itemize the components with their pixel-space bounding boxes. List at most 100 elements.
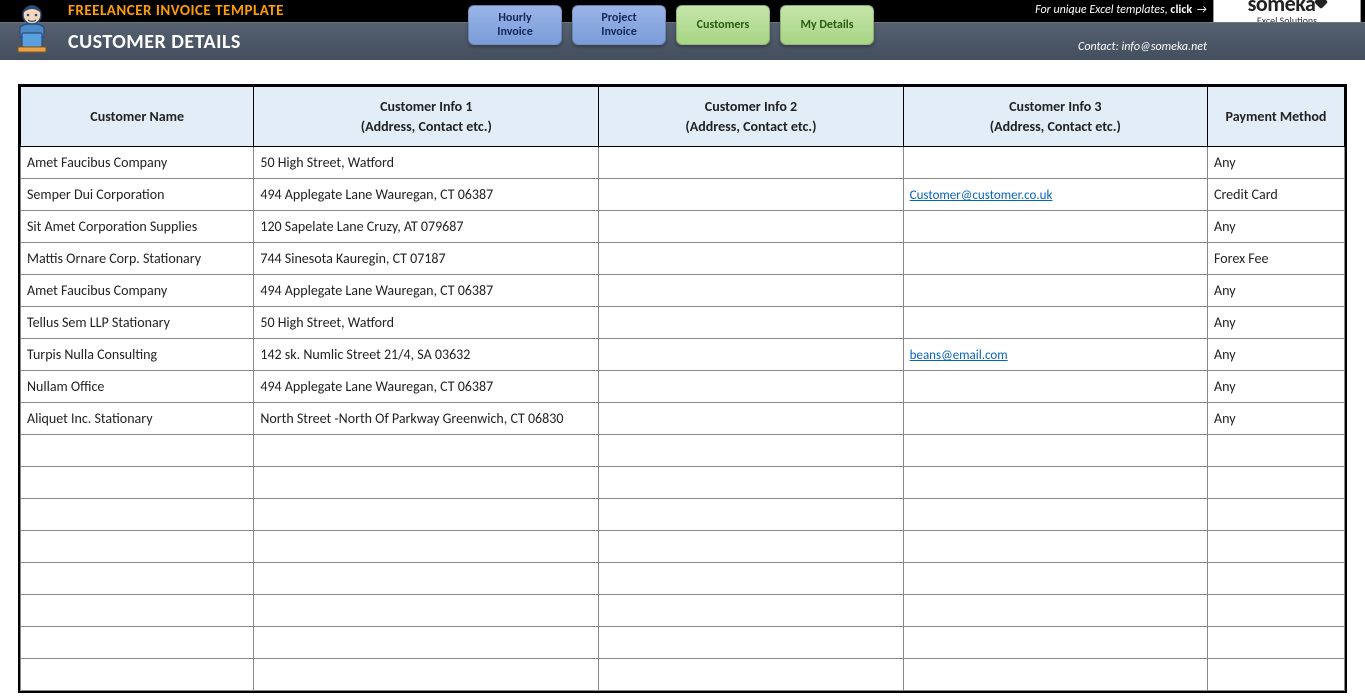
cell-payment[interactable]: [1208, 499, 1345, 531]
cell-name[interactable]: Tellus Sem LLP Stationary: [21, 307, 254, 339]
table-row: [21, 467, 1345, 499]
cell-payment[interactable]: Any: [1208, 371, 1345, 403]
my-details-button[interactable]: My Details: [780, 5, 874, 45]
cell-info1[interactable]: [254, 499, 599, 531]
cell-name[interactable]: [21, 435, 254, 467]
cell-name[interactable]: [21, 595, 254, 627]
cell-payment[interactable]: [1208, 467, 1345, 499]
cell-payment[interactable]: [1208, 627, 1345, 659]
cell-info1[interactable]: [254, 627, 599, 659]
cell-payment[interactable]: [1208, 435, 1345, 467]
cell-info2[interactable]: [599, 371, 903, 403]
content-area: Customer Name Customer Info 1(Address, C…: [0, 60, 1365, 693]
cell-info2[interactable]: [599, 211, 903, 243]
cell-info3[interactable]: [903, 563, 1207, 595]
cell-info2[interactable]: [599, 179, 903, 211]
cell-name[interactable]: [21, 499, 254, 531]
cell-info3[interactable]: [903, 531, 1207, 563]
cell-info2[interactable]: [599, 403, 903, 435]
cell-info3[interactable]: Customer@customer.co.uk: [903, 179, 1207, 211]
nav-label: Customers: [697, 18, 750, 32]
email-link[interactable]: Customer@customer.co.uk: [910, 188, 1053, 203]
cell-info3[interactable]: [903, 435, 1207, 467]
cell-info1[interactable]: [254, 435, 599, 467]
cell-info1[interactable]: [254, 531, 599, 563]
cell-info2[interactable]: [599, 243, 903, 275]
cell-info2[interactable]: [599, 595, 903, 627]
cell-info2[interactable]: [599, 467, 903, 499]
cell-info2[interactable]: [599, 147, 903, 179]
cell-info3[interactable]: [903, 147, 1207, 179]
cell-payment[interactable]: Credit Card: [1208, 179, 1345, 211]
cell-info1[interactable]: North Street -North Of Parkway Greenwich…: [254, 403, 599, 435]
cell-info3[interactable]: [903, 595, 1207, 627]
cell-payment[interactable]: [1208, 563, 1345, 595]
cell-info3[interactable]: [903, 371, 1207, 403]
cell-info3[interactable]: beans@email.com: [903, 339, 1207, 371]
promo-link[interactable]: For unique Excel templates, click→: [1035, 3, 1207, 17]
cell-info1[interactable]: [254, 563, 599, 595]
cell-payment[interactable]: Any: [1208, 339, 1345, 371]
sub-header: CUSTOMER DETAILS Hourly Invoice Project …: [0, 22, 1365, 60]
nav-label: My Details: [800, 18, 853, 32]
cell-name[interactable]: [21, 563, 254, 595]
cell-info1[interactable]: 50 High Street, Watford: [254, 147, 599, 179]
cell-info1[interactable]: 142 sk. Numlic Street 21/4, SA 03632: [254, 339, 599, 371]
cell-name[interactable]: Aliquet Inc. Stationary: [21, 403, 254, 435]
cell-name[interactable]: [21, 467, 254, 499]
cell-info1[interactable]: [254, 659, 599, 691]
cell-info3[interactable]: [903, 307, 1207, 339]
cell-info2[interactable]: [599, 531, 903, 563]
cell-info3[interactable]: [903, 659, 1207, 691]
cell-name[interactable]: Mattis Ornare Corp. Stationary: [21, 243, 254, 275]
cell-info2[interactable]: [599, 627, 903, 659]
col-header-info2: Customer Info 2(Address, Contact etc.): [599, 87, 903, 147]
cell-payment[interactable]: Any: [1208, 147, 1345, 179]
cell-info1[interactable]: 494 Applegate Lane Wauregan, CT 06387: [254, 371, 599, 403]
cell-payment[interactable]: [1208, 595, 1345, 627]
cell-info1[interactable]: 494 Applegate Lane Wauregan, CT 06387: [254, 179, 599, 211]
cell-payment[interactable]: [1208, 531, 1345, 563]
cell-info3[interactable]: [903, 211, 1207, 243]
cell-info3[interactable]: [903, 627, 1207, 659]
cell-name[interactable]: Turpis Nulla Consulting: [21, 339, 254, 371]
cell-name[interactable]: Sit Amet Corporation Supplies: [21, 211, 254, 243]
cell-info1[interactable]: 744 Sinesota Kauregin, CT 07187: [254, 243, 599, 275]
cell-payment[interactable]: Any: [1208, 211, 1345, 243]
cell-payment[interactable]: Any: [1208, 275, 1345, 307]
cell-info2[interactable]: [599, 659, 903, 691]
cell-info2[interactable]: [599, 499, 903, 531]
cell-name[interactable]: Amet Faucibus Company: [21, 275, 254, 307]
email-link[interactable]: beans@email.com: [910, 348, 1008, 363]
cell-info3[interactable]: [903, 467, 1207, 499]
cell-info2[interactable]: [599, 307, 903, 339]
cell-info3[interactable]: [903, 499, 1207, 531]
project-invoice-button[interactable]: Project Invoice: [572, 5, 666, 45]
cell-info2[interactable]: [599, 275, 903, 307]
contact-email[interactable]: Contact: info@someka.net: [1078, 40, 1207, 54]
cell-info1[interactable]: [254, 595, 599, 627]
table-row: Sit Amet Corporation Supplies120 Sapelat…: [21, 211, 1345, 243]
cell-info1[interactable]: 120 Sapelate Lane Cruzy, AT 079687: [254, 211, 599, 243]
customers-button[interactable]: Customers: [676, 5, 770, 45]
cell-info1[interactable]: [254, 467, 599, 499]
cell-info1[interactable]: 50 High Street, Watford: [254, 307, 599, 339]
cell-name[interactable]: Semper Dui Corporation: [21, 179, 254, 211]
cell-info3[interactable]: [903, 403, 1207, 435]
cell-info3[interactable]: [903, 243, 1207, 275]
cell-payment[interactable]: Any: [1208, 403, 1345, 435]
cell-name[interactable]: [21, 531, 254, 563]
hourly-invoice-button[interactable]: Hourly Invoice: [468, 5, 562, 45]
cell-info2[interactable]: [599, 563, 903, 595]
cell-info1[interactable]: 494 Applegate Lane Wauregan, CT 06387: [254, 275, 599, 307]
cell-name[interactable]: [21, 659, 254, 691]
cell-name[interactable]: Amet Faucibus Company: [21, 147, 254, 179]
cell-payment[interactable]: Forex Fee: [1208, 243, 1345, 275]
cell-payment[interactable]: [1208, 659, 1345, 691]
cell-name[interactable]: [21, 627, 254, 659]
cell-info2[interactable]: [599, 339, 903, 371]
cell-payment[interactable]: Any: [1208, 307, 1345, 339]
cell-name[interactable]: Nullam Office: [21, 371, 254, 403]
cell-info3[interactable]: [903, 275, 1207, 307]
cell-info2[interactable]: [599, 435, 903, 467]
